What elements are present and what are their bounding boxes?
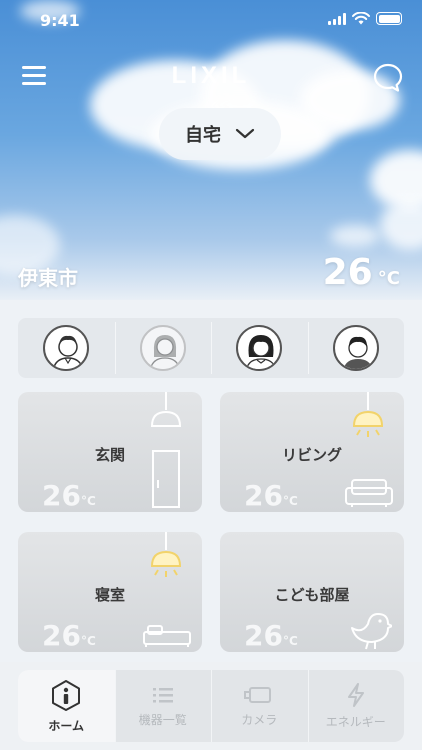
chevron-down-icon xyxy=(235,128,255,139)
room-temperature: 26°C xyxy=(244,479,298,512)
room-temperature-unit: °C xyxy=(282,494,298,508)
status-time: 9:41 xyxy=(40,11,80,30)
room-name: 寝室 xyxy=(94,586,125,604)
room-temperature: 26°C xyxy=(42,619,96,652)
room-temperature: 26°C xyxy=(42,479,96,512)
status-icons xyxy=(328,12,402,25)
tab-home[interactable]: ホーム xyxy=(18,670,115,742)
cellular-signal-icon xyxy=(328,12,346,25)
avatar-woman-icon xyxy=(139,325,186,371)
room-card-kids-room[interactable]: こども部屋 26°C xyxy=(220,532,404,652)
room-card-living[interactable]: リビング 26°C xyxy=(220,392,404,512)
tab-label: 機器一覧 xyxy=(138,712,187,727)
room-temperature: 26°C xyxy=(244,619,298,652)
avatar-boy-icon xyxy=(332,325,379,371)
member-3[interactable] xyxy=(211,318,308,378)
lixil-logo: LIXIL xyxy=(171,62,251,89)
room-temperature-value: 26 xyxy=(244,619,283,652)
member-2[interactable] xyxy=(114,318,212,378)
room-card-entrance[interactable]: 玄関 26°C xyxy=(18,392,202,512)
bed-icon xyxy=(143,625,191,647)
tab-energy[interactable]: エネルギー xyxy=(307,670,405,742)
family-members xyxy=(18,318,404,378)
tab-label: カメラ xyxy=(241,712,278,727)
camera-icon xyxy=(244,686,272,703)
sofa-icon xyxy=(345,479,393,507)
tab-label: ホーム xyxy=(48,718,85,733)
avatar-girl-icon xyxy=(236,325,283,371)
room-name: こども部屋 xyxy=(274,586,350,604)
tab-device-list[interactable]: 機器一覧 xyxy=(114,670,212,742)
room-temperature-unit: °C xyxy=(282,634,298,648)
member-1[interactable] xyxy=(18,318,115,378)
door-icon xyxy=(152,450,180,508)
temperature-unit: °C xyxy=(377,268,400,289)
member-4[interactable] xyxy=(307,318,405,378)
pendant-lamp-on-icon xyxy=(352,392,384,437)
room-card-bedroom[interactable]: 寝室 26°C xyxy=(18,532,202,652)
avatar-man-icon xyxy=(43,325,90,371)
wifi-icon xyxy=(352,12,370,25)
room-temperature-value: 26 xyxy=(42,619,81,652)
bottom-nav: ホーム 機器一覧 カメラ エネルギー xyxy=(18,670,404,742)
tab-label: エネルギー xyxy=(325,714,386,729)
chat-button[interactable] xyxy=(372,62,404,94)
city-name: 伊東市 xyxy=(18,266,78,290)
home-info-icon xyxy=(52,679,81,711)
location-label: 自宅 xyxy=(185,125,221,146)
battery-icon xyxy=(376,12,402,25)
pendant-lamp-on-icon xyxy=(150,532,182,577)
chat-bubble-icon xyxy=(373,63,403,92)
room-temperature-unit: °C xyxy=(80,634,96,648)
bird-icon xyxy=(351,613,392,650)
location-selector[interactable]: 自宅 xyxy=(159,108,281,160)
temperature-value: 26 xyxy=(322,252,373,293)
room-temperature-value: 26 xyxy=(42,479,81,512)
room-name: リビング xyxy=(281,446,342,464)
room-temperature-unit: °C xyxy=(80,494,96,508)
pendant-lamp-off-icon xyxy=(150,392,182,427)
lightning-icon xyxy=(347,682,364,707)
outdoor-temperature: 26 °C xyxy=(323,252,400,293)
status-bar: 9:41 xyxy=(0,0,422,40)
tab-camera[interactable]: カメラ xyxy=(211,670,308,742)
list-icon xyxy=(152,687,173,702)
room-temperature-value: 26 xyxy=(244,479,283,512)
